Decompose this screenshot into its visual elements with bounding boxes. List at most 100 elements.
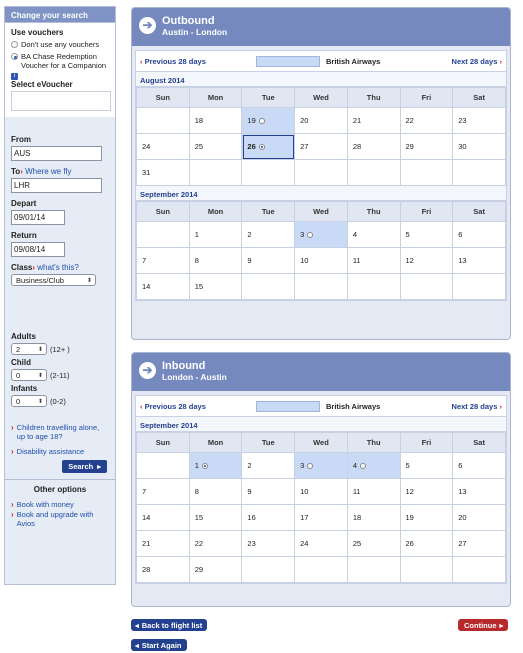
day-cell-available[interactable]: 4 bbox=[346, 452, 401, 479]
chevron-right-icon: › bbox=[11, 447, 14, 456]
day-cell bbox=[452, 273, 506, 300]
to-label: To bbox=[11, 167, 21, 176]
weekday-header: Fri bbox=[399, 201, 454, 222]
continue-button[interactable]: Continue ▸ bbox=[458, 619, 509, 631]
airline-legend-label: British Airways bbox=[326, 56, 381, 66]
chevron-left-icon: ‹ bbox=[140, 56, 143, 66]
radio-none[interactable] bbox=[11, 41, 18, 48]
search-sidebar: Change your search Use vouchers Don't us… bbox=[4, 6, 116, 585]
day-cell: 1 bbox=[188, 221, 243, 248]
infants-row: 0 ⬍ (0-2) bbox=[11, 395, 109, 407]
child-range: (2-11) bbox=[50, 370, 70, 380]
month-label: August 2014 bbox=[136, 72, 506, 87]
weekday-header: Sat bbox=[452, 87, 506, 108]
radio-icon[interactable] bbox=[258, 118, 265, 124]
return-date-input[interactable]: 09/08/14 bbox=[11, 242, 65, 257]
inbound-previous-link[interactable]: ‹ Previous 28 days bbox=[140, 402, 256, 411]
inbound-route: London - Austin bbox=[162, 372, 227, 382]
day-cell bbox=[241, 159, 296, 186]
inbound-next-link[interactable]: Next 28 days › bbox=[452, 402, 502, 411]
week-row: 14 15 bbox=[136, 273, 506, 300]
day-cell-available[interactable]: 3 bbox=[294, 452, 348, 479]
outbound-route: Austin - London bbox=[162, 27, 228, 37]
day-cell: 24 bbox=[294, 530, 348, 557]
weekday-header: Sat bbox=[452, 432, 506, 453]
day-cell: 14 bbox=[136, 504, 190, 531]
children-alone-link[interactable]: Children travelling alone, up to age 18? bbox=[17, 423, 109, 441]
day-cell: 11 bbox=[346, 247, 401, 274]
day-cell-available[interactable]: 3 bbox=[294, 221, 348, 248]
weekday-header: Wed bbox=[294, 87, 348, 108]
day-cell: 20 bbox=[294, 107, 348, 134]
day-cell: 22 bbox=[188, 530, 243, 557]
voucher-option-ba-chase[interactable]: BA Chase Redemption Voucher for a Compan… bbox=[11, 52, 109, 70]
day-cell: 16 bbox=[241, 504, 296, 531]
from-input[interactable]: AUS bbox=[11, 146, 102, 161]
radio-icon[interactable] bbox=[307, 463, 314, 469]
child-select[interactable]: 0 ⬍ bbox=[11, 369, 47, 381]
to-input[interactable]: LHR bbox=[11, 178, 102, 193]
to-label-row: To› Where we fly bbox=[11, 167, 109, 176]
outbound-previous-link[interactable]: ‹ Previous 28 days bbox=[140, 57, 256, 66]
voucher-option-none[interactable]: Don't use any vouchers bbox=[11, 40, 109, 49]
day-cell: 15 bbox=[188, 273, 243, 300]
day-cell bbox=[294, 273, 348, 300]
day-cell bbox=[294, 159, 348, 186]
week-row: 7 8 9 10 11 12 13 bbox=[136, 247, 506, 274]
weekday-header: Tue bbox=[241, 87, 296, 108]
weekday-header: Fri bbox=[399, 87, 454, 108]
class-select[interactable]: Business/Club ⬍ bbox=[11, 274, 96, 286]
weekday-header: Thu bbox=[346, 432, 401, 453]
day-cell bbox=[136, 221, 190, 248]
radio-icon[interactable] bbox=[307, 232, 314, 238]
day-cell: 20 bbox=[452, 504, 506, 531]
radio-ba-chase[interactable] bbox=[11, 53, 18, 60]
day-cell: 25 bbox=[188, 133, 243, 160]
radio-selected-icon[interactable] bbox=[201, 463, 208, 469]
start-again-button[interactable]: ◂ Start Again bbox=[131, 639, 187, 651]
day-cell bbox=[346, 556, 401, 583]
child-select-value: 0 bbox=[16, 370, 21, 380]
day-cell: 23 bbox=[452, 107, 506, 134]
weekday-header: Sat bbox=[452, 201, 506, 222]
book-with-money-link[interactable]: Book with money bbox=[17, 500, 74, 509]
child-row: 0 ⬍ (2-11) bbox=[11, 369, 109, 381]
calendar-september-2014-inbound: Sun Mon Tue Wed Thu Fri Sat 1 2 3 4 5 6 … bbox=[136, 432, 506, 583]
weekday-header-row: Sun Mon Tue Wed Thu Fri Sat bbox=[136, 201, 506, 222]
where-we-fly-link[interactable]: Where we fly bbox=[25, 167, 71, 176]
day-number: 26 bbox=[247, 142, 256, 151]
day-cell bbox=[294, 556, 348, 583]
outbound-next-link[interactable]: Next 28 days › bbox=[452, 57, 502, 66]
day-cell: 27 bbox=[452, 530, 506, 557]
evoucher-select[interactable] bbox=[11, 91, 111, 111]
info-icon[interactable]: i bbox=[11, 73, 18, 80]
day-cell: 25 bbox=[346, 530, 401, 557]
depart-date-input[interactable]: 09/01/14 bbox=[11, 210, 65, 225]
day-cell: 7 bbox=[136, 247, 190, 274]
week-row: 1 2 3 4 5 6 bbox=[136, 452, 506, 479]
book-upgrade-avios-link[interactable]: Book and upgrade with Avios bbox=[17, 510, 109, 528]
day-cell-available[interactable]: 19 bbox=[241, 107, 296, 134]
whats-this-link[interactable]: what's this? bbox=[37, 263, 79, 272]
infants-select[interactable]: 0 ⬍ bbox=[11, 395, 47, 407]
day-cell: 10 bbox=[294, 478, 348, 505]
outbound-calendar: ‹ Previous 28 days British Airways Next … bbox=[135, 50, 507, 301]
back-to-flight-list-button[interactable]: ◂ Back to flight list bbox=[131, 619, 208, 631]
search-button[interactable]: Search ▸ bbox=[62, 460, 107, 473]
day-cell: 17 bbox=[294, 504, 348, 531]
day-cell: 26 bbox=[399, 530, 454, 557]
weekday-header: Tue bbox=[241, 432, 296, 453]
chevron-right-icon: › bbox=[11, 423, 14, 432]
class-label: Class bbox=[11, 263, 33, 272]
day-cell-selected[interactable]: 1 bbox=[188, 452, 243, 479]
radio-icon[interactable] bbox=[359, 463, 366, 469]
inbound-next-label: Next 28 days bbox=[451, 401, 498, 411]
day-cell: 8 bbox=[188, 478, 243, 505]
radio-selected-icon[interactable] bbox=[258, 144, 265, 150]
adults-select[interactable]: 2 ⬍ bbox=[11, 343, 47, 355]
day-cell-selected[interactable]: 26 bbox=[241, 133, 296, 160]
day-cell bbox=[241, 273, 296, 300]
disability-link[interactable]: Disability assistance bbox=[17, 447, 85, 456]
day-cell: 30 bbox=[452, 133, 506, 160]
day-cell: 28 bbox=[136, 556, 190, 583]
